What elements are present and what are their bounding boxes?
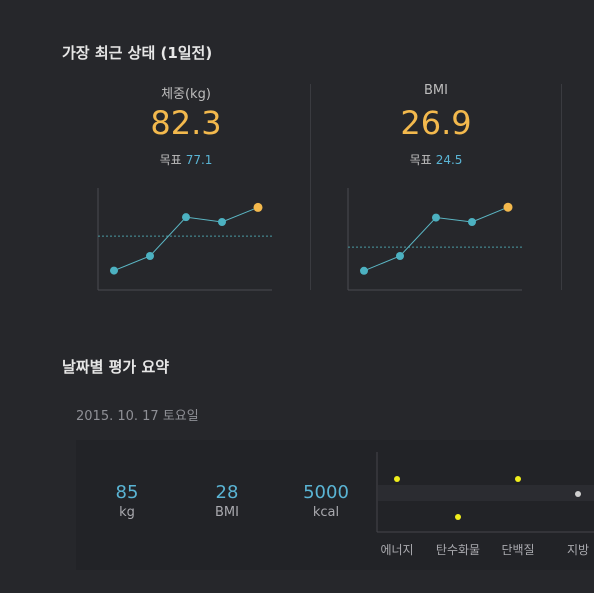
- summary-panel: 85 kg 28 BMI 5000 kcal 에너지 탄수화물 단백질 지방: [76, 440, 594, 570]
- bmi-goal-label: 목표: [409, 153, 432, 167]
- metric-weight-value: 85: [115, 482, 139, 503]
- nutrient-point: [455, 514, 461, 520]
- summary-title: 날짜별 평가 요약: [62, 358, 170, 376]
- nutrient-evaluation-chart: 에너지 탄수화물 단백질 지방: [376, 452, 594, 557]
- bmi-goal: 목표 24.5: [336, 151, 536, 168]
- trend-point: [146, 252, 154, 260]
- bmi-card: BMI 26.9 목표 24.5: [336, 80, 536, 295]
- metric-bmi-value: 28: [215, 482, 239, 503]
- trend-point: [468, 218, 476, 226]
- nutrient-point: [394, 476, 400, 482]
- trend-point-latest: [503, 202, 513, 212]
- metric-weight: 85 kg: [92, 482, 162, 520]
- weight-card: 체중(kg) 82.3 목표 77.1: [86, 80, 286, 295]
- trend-point: [110, 266, 118, 275]
- normal-range-band: [378, 485, 594, 501]
- trend-point: [432, 213, 440, 222]
- nutrient-label: 에너지: [380, 543, 413, 557]
- summary-date: 2015. 10. 17 토요일: [76, 409, 199, 424]
- metric-weight-unit: kg: [119, 505, 135, 520]
- trend-point: [360, 266, 368, 275]
- metric-bmi: 28 BMI: [192, 482, 262, 520]
- bmi-trend-chart: [347, 188, 522, 291]
- weight-goal-value: 77.1: [185, 153, 213, 167]
- weight-goal: 목표 77.1: [86, 151, 286, 168]
- metric-energy-unit: kcal: [312, 505, 340, 520]
- metric-energy: 5000 kcal: [291, 482, 361, 520]
- weight-value: 82.3: [150, 104, 222, 142]
- bmi-label: BMI: [424, 83, 448, 98]
- nutrient-label: 지방: [567, 543, 589, 557]
- metric-energy-value: 5000: [303, 482, 349, 503]
- nutrient-label: 탄수화물: [436, 543, 480, 557]
- trend-point: [396, 252, 404, 260]
- trend-point: [182, 213, 190, 222]
- nutrient-point: [515, 476, 521, 482]
- trend-point: [218, 218, 226, 226]
- bmi-value: 26.9: [400, 104, 472, 142]
- recent-status-title: 가장 최근 상태 (1일전): [62, 44, 213, 62]
- nutrient-point: [575, 491, 581, 497]
- card-divider: [310, 84, 311, 290]
- trend-point-latest: [253, 202, 263, 212]
- nutrient-label: 단백질: [501, 543, 534, 557]
- weight-label: 체중(kg): [161, 87, 211, 102]
- weight-goal-label: 목표: [159, 153, 182, 167]
- bmi-goal-value: 24.5: [435, 153, 463, 167]
- weight-trend-chart: [97, 188, 272, 291]
- metric-bmi-unit: BMI: [215, 505, 239, 520]
- card-divider: [561, 84, 562, 290]
